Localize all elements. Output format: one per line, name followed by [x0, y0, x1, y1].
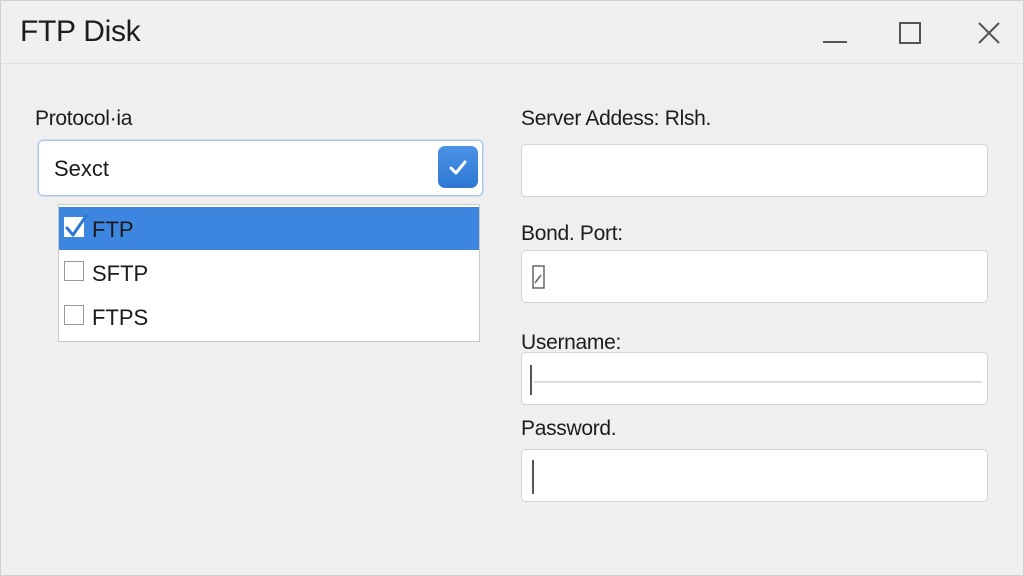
title-bar: FTP Disk: [1, 1, 1023, 64]
maximize-icon: [899, 22, 921, 44]
server-address-label: Server Addess: Rlsh.: [521, 107, 712, 130]
port-label: Bond. Port:: [521, 222, 623, 245]
input-underline: [534, 381, 982, 383]
username-input[interactable]: [521, 352, 988, 405]
minimize-button[interactable]: [813, 11, 857, 55]
option-label: SFTP: [92, 261, 149, 286]
protocol-label: Protocol·ia: [35, 107, 133, 130]
option-label: FTP: [92, 217, 134, 242]
server-address-input[interactable]: [521, 144, 988, 197]
password-label: Password.: [521, 417, 617, 440]
close-icon: [978, 22, 1000, 44]
port-input[interactable]: [521, 250, 988, 303]
protocol-option-sftp[interactable]: SFTP: [59, 251, 479, 294]
checkbox-checked[interactable]: [64, 214, 88, 237]
text-cursor-icon: [532, 265, 545, 289]
checkmark-icon: [65, 214, 88, 237]
protocol-dropdown-toggle[interactable]: [438, 146, 478, 188]
window-title: FTP Disk: [20, 15, 141, 48]
protocol-dropdown-list: FTP SFTP FTPS: [58, 204, 480, 342]
protocol-select[interactable]: Sexct: [38, 140, 483, 196]
password-input[interactable]: [521, 449, 988, 502]
close-button[interactable]: [967, 11, 1011, 55]
option-label: FTPS: [92, 305, 149, 330]
minimize-icon: [823, 41, 847, 43]
checkbox-unchecked[interactable]: [64, 305, 84, 325]
protocol-option-ftp[interactable]: FTP: [59, 207, 479, 250]
protocol-option-ftps[interactable]: FTPS: [59, 295, 479, 338]
ftp-disk-window: FTP Disk Protocol·ia Sexct FTP SFTP FTPS…: [0, 0, 1024, 576]
text-caret: [532, 460, 534, 494]
checkbox-unchecked[interactable]: [64, 261, 84, 281]
text-caret: [530, 365, 532, 395]
protocol-selected-value: Sexct: [54, 156, 110, 181]
checkmark-icon: [449, 160, 467, 175]
maximize-button[interactable]: [888, 11, 932, 55]
